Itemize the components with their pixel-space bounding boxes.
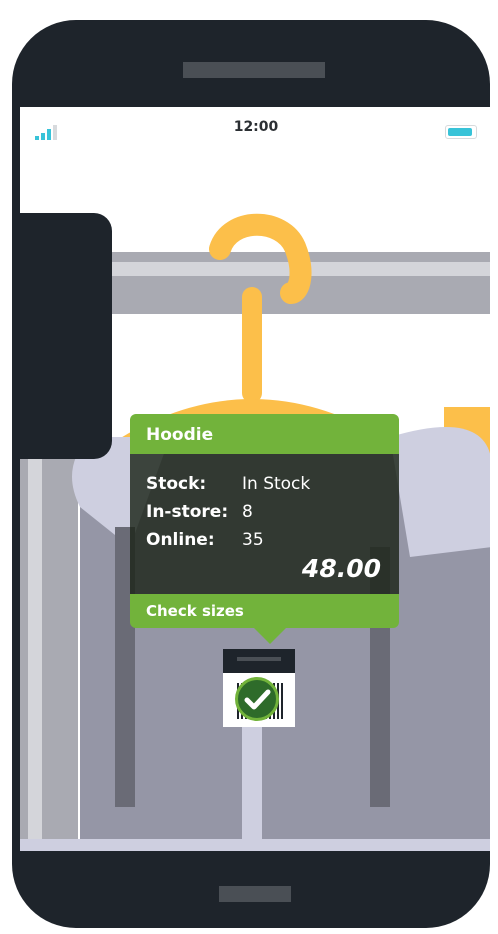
phone-frame: 12:00 Hoodie Stock: In Stock In-store: 8… <box>12 20 490 928</box>
phone-screen: 12:00 Hoodie Stock: In Stock In-store: 8… <box>20 107 490 851</box>
price-label: 48.00 <box>301 554 381 583</box>
clothing-tag <box>223 649 295 727</box>
product-info-popup: Hoodie Stock: In Stock In-store: 8 Onlin… <box>130 414 399 628</box>
side-panel <box>20 213 112 459</box>
check-sizes-button[interactable]: Check sizes <box>130 594 399 628</box>
phone-speaker <box>183 62 325 78</box>
product-title: Hoodie <box>146 425 214 445</box>
online-label: Online: <box>146 530 215 550</box>
stock-value: In Stock <box>242 474 311 494</box>
in-store-label: In-store: <box>146 502 229 522</box>
home-button[interactable] <box>219 886 291 902</box>
check-circle-icon[interactable] <box>235 677 279 721</box>
in-store-value: 8 <box>242 502 253 522</box>
popup-pointer <box>254 628 286 644</box>
online-value: 35 <box>242 530 264 550</box>
popup-body: Stock: In Stock In-store: 8 Online: 35 4… <box>130 454 399 594</box>
popup-header: Hoodie <box>130 414 399 454</box>
check-sizes-label: Check sizes <box>146 602 244 620</box>
stock-label: Stock: <box>146 474 207 494</box>
